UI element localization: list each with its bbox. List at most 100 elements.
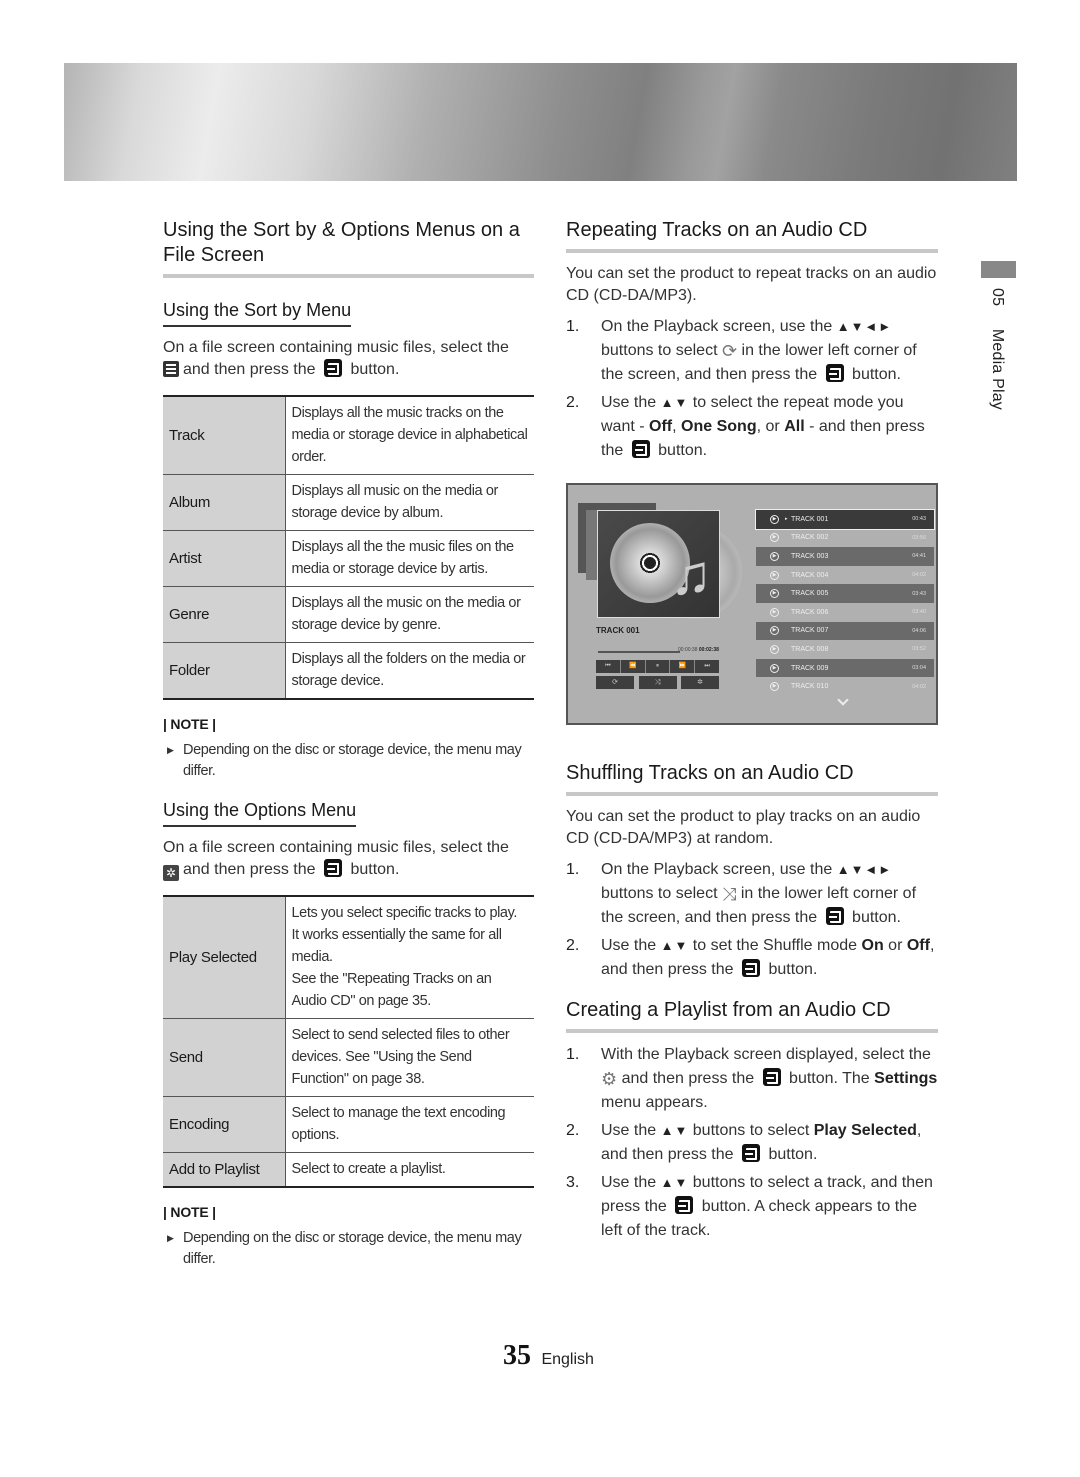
- track-row[interactable]: ▶ TRACK 008 03:52: [756, 640, 934, 659]
- step-item: 3. Use the ▲▼ buttons to select a track,…: [566, 1174, 933, 1239]
- option-key: Track: [163, 396, 286, 475]
- settings-gear-icon: ⚙: [601, 1069, 618, 1089]
- play-circle-icon: ▶: [770, 626, 779, 636]
- track-name: TRACK 009: [791, 664, 829, 672]
- repeat-off-icon: ⟳: [721, 341, 738, 361]
- option-key: Play Selected: [163, 896, 286, 1019]
- track-duration: 04:02: [912, 572, 926, 579]
- table-row: Track Displays all the music tracks on th…: [163, 396, 534, 475]
- enter-button-icon: [825, 364, 844, 382]
- right-column: Repeating Tracks on an Audio CD You can …: [566, 218, 938, 1243]
- enter-button-icon: [825, 907, 844, 925]
- play-circle-icon: ▶: [770, 644, 779, 654]
- play-circle-icon: ▶: [770, 682, 779, 692]
- option-value: Select to send selected files to other d…: [291, 1027, 510, 1087]
- enter-button-icon: [675, 1196, 694, 1214]
- note-heading: | NOTE |: [163, 1204, 216, 1220]
- enter-button-icon: [742, 959, 760, 977]
- arrow-keys-icon: ▲▼: [660, 395, 689, 410]
- pause-button[interactable]: ⏸: [645, 660, 671, 673]
- fast-forward-button[interactable]: ⏩: [670, 660, 696, 673]
- track-duration: 04:06: [912, 627, 926, 634]
- arrow-keys-icon: ▲▼◄►: [836, 319, 893, 334]
- option-key: Send: [163, 1018, 286, 1097]
- track-row[interactable]: ▶ ▸ TRACK 001 00:43: [755, 509, 935, 530]
- chapter-tab: [981, 261, 1016, 278]
- shuffle-button[interactable]: ⤨: [638, 676, 677, 689]
- step-item: 2. Use the ▲▼ buttons to select Play Sel…: [566, 1122, 922, 1163]
- options-menu-intro: On a file screen containing music files,…: [163, 839, 509, 881]
- option-key: Artist: [163, 530, 286, 587]
- option-value: Lets you select specific tracks to play.…: [291, 905, 518, 1009]
- rewind-button[interactable]: ⏪: [620, 660, 646, 673]
- track-list: ▶ ▸ TRACK 001 00:43 ▶ TRACK 002 03:56 ▶ TRACK 00…: [755, 509, 935, 696]
- table-row: Genre Displays all the music on the media…: [163, 586, 534, 643]
- main-title: Using the Sort by & Options Menus on a F…: [163, 218, 534, 278]
- track-duration: 04:02: [912, 683, 926, 690]
- option-key: Add to Playlist: [163, 1152, 286, 1187]
- shuffle-icon: ⤨: [721, 884, 737, 904]
- enter-button-icon: [324, 359, 342, 377]
- track-name: TRACK 001: [791, 515, 829, 523]
- enter-button-icon: [762, 1068, 781, 1086]
- track-row[interactable]: ▶ TRACK 006 03:40: [756, 603, 934, 622]
- left-column: Using the Sort by & Options Menus on a F…: [163, 218, 534, 1270]
- track-row[interactable]: ▶ TRACK 002 03:56: [756, 529, 934, 548]
- next-track-button[interactable]: ⏭: [695, 660, 719, 673]
- track-duration: 03:43: [912, 590, 926, 597]
- enter-button-icon: [324, 859, 342, 877]
- option-key: Album: [163, 474, 286, 531]
- options-table: Play Selected Lets you select specific t…: [163, 895, 534, 1188]
- track-name: TRACK 005: [791, 590, 829, 598]
- progress-time: 00:00:38 00:02:38: [678, 647, 719, 653]
- track-name: TRACK 007: [791, 627, 829, 635]
- repeat-button[interactable]: ⟳: [596, 676, 634, 689]
- playlist-steps: 1. With the Playback screen displayed, s…: [566, 1043, 938, 1243]
- track-row[interactable]: ▶ TRACK 007 04:06: [756, 621, 934, 641]
- table-row: Artist Displays all the the music files o…: [163, 530, 534, 587]
- option-value: Displays all the folders on the media or…: [291, 651, 526, 689]
- track-name: TRACK 002: [791, 534, 829, 542]
- option-key: Genre: [163, 586, 286, 643]
- track-duration: 04:41: [912, 553, 926, 560]
- track-row[interactable]: ▶ TRACK 005 03:43: [756, 584, 934, 603]
- table-row: Send Select to send selected files to oth…: [163, 1018, 534, 1097]
- page-footer: 35 English: [503, 1340, 594, 1372]
- music-note-icon: ♫: [670, 543, 712, 606]
- transport-controls: ⏮ ⏪ ⏸ ⏩ ⏭: [596, 660, 719, 673]
- repeat-title: Repeating Tracks on an Audio CD: [566, 218, 938, 253]
- track-name: TRACK 004: [791, 571, 829, 579]
- chevron-down-icon[interactable]: [837, 694, 849, 706]
- track-duration: 03:40: [912, 609, 926, 616]
- note-heading: | NOTE |: [163, 716, 216, 732]
- step-item: 2. Use the ▲▼ to select the repeat mode …: [566, 394, 925, 459]
- table-row: Encoding Select to manage the text encodi…: [163, 1096, 534, 1153]
- enter-button-icon: [742, 1144, 760, 1162]
- track-name: TRACK 008: [791, 645, 829, 653]
- previous-track-button[interactable]: ⏮: [596, 660, 621, 673]
- arrow-keys-icon: ▲▼: [660, 1175, 689, 1190]
- play-circle-icon: ▶: [770, 514, 779, 524]
- track-row[interactable]: ▶ TRACK 003 04:41: [756, 547, 934, 566]
- track-row[interactable]: ▶ TRACK 010 04:02: [756, 677, 934, 696]
- settings-button[interactable]: ✲: [681, 676, 719, 689]
- option-key: Folder: [163, 642, 286, 699]
- header-banner: [64, 63, 1017, 181]
- chapter-label: 05 Media Play: [988, 288, 1006, 410]
- option-key: Encoding: [163, 1096, 286, 1153]
- track-row[interactable]: ▶ TRACK 009 03:04: [756, 658, 934, 678]
- chapter-number: 05: [989, 288, 1006, 307]
- table-row: Folder Displays all the folders on the me…: [163, 642, 534, 699]
- step-item: 2. Use the ▲▼ to set the Shuffle mode On…: [566, 937, 935, 978]
- note-text: Depending on the disc or storage device,…: [163, 740, 534, 782]
- track-duration: 03:56: [912, 534, 926, 541]
- track-row[interactable]: ▶ TRACK 004 04:02: [756, 566, 934, 585]
- play-circle-icon: ▶: [770, 551, 779, 561]
- gear-icon: ✲: [163, 865, 179, 881]
- track-name: TRACK 003: [791, 552, 829, 560]
- arrow-keys-icon: ▲▼: [660, 1123, 689, 1138]
- arrow-keys-icon: ▲▼◄►: [836, 862, 893, 877]
- progress-bar[interactable]: [598, 651, 680, 653]
- play-circle-icon: ▶: [770, 570, 779, 580]
- play-circle-icon: ▶: [770, 533, 779, 543]
